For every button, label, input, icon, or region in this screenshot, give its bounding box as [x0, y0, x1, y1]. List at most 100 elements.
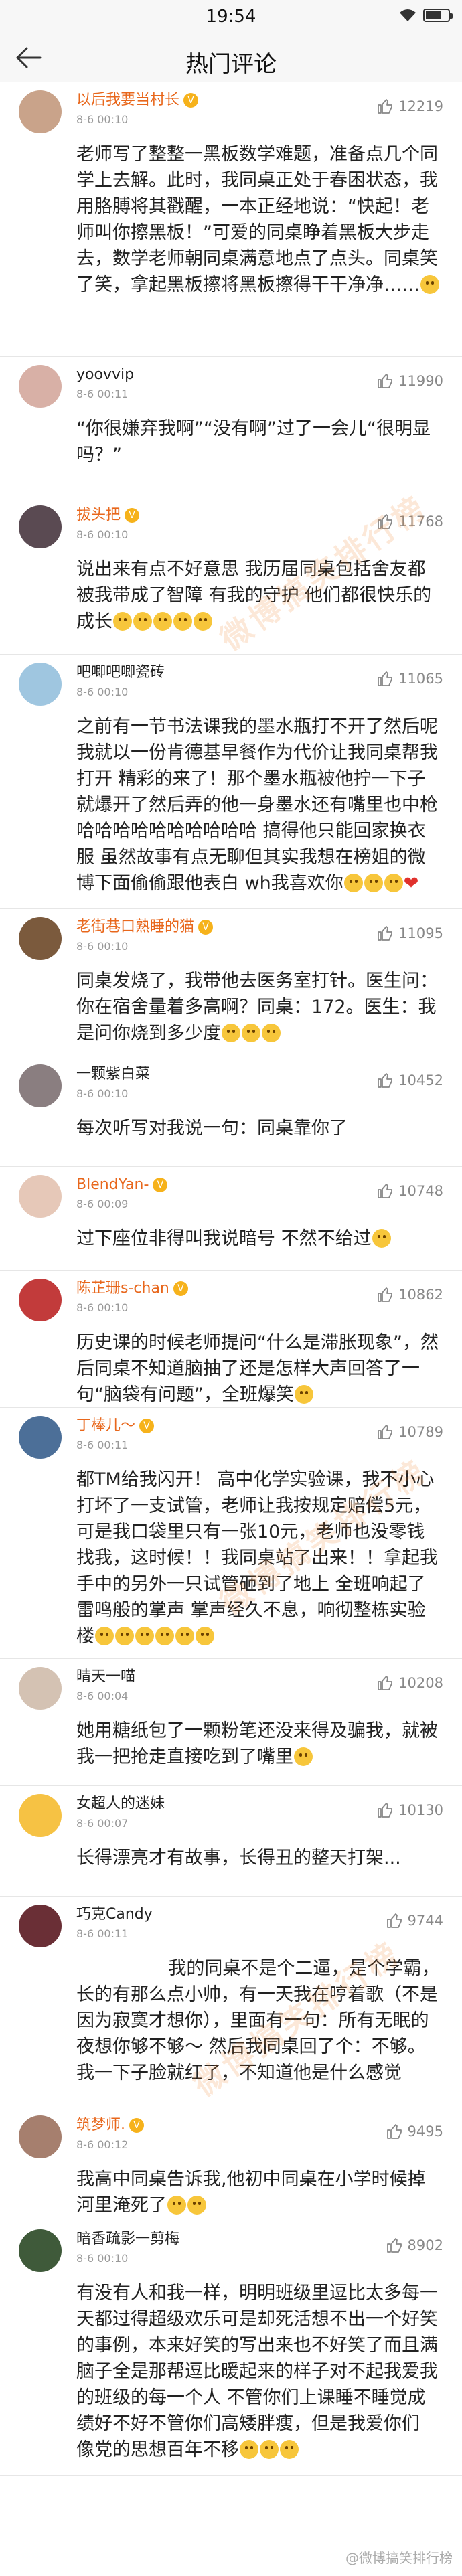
emoji-icon	[133, 612, 152, 631]
thumbs-up-icon	[378, 1073, 393, 1088]
comment-item[interactable]: 拔头把 V 8-6 00:10 11768 说出来有点不好意思 我历届同桌包括舍友都被我…	[0, 497, 462, 655]
avatar[interactable]	[19, 1175, 62, 1218]
vip-badge-icon: V	[125, 508, 140, 523]
avatar[interactable]	[19, 1416, 62, 1459]
emoji-icon	[343, 874, 363, 892]
thumbs-up-icon	[378, 671, 393, 686]
emoji-icon	[175, 1627, 194, 1645]
thumbs-up-icon	[378, 926, 393, 941]
like-button[interactable]: 11065	[377, 671, 443, 687]
navigation-bar: 热门评论	[0, 33, 462, 82]
thumbs-up-icon	[378, 1287, 393, 1302]
username-text: 以后我要当村长	[76, 92, 180, 108]
like-button[interactable]: 10130	[377, 1802, 443, 1818]
like-button[interactable]: 10862	[377, 1287, 443, 1303]
comment-item[interactable]: 暗香疏影一剪梅 8-6 00:10 8902 有没有人和我一样，明明班级里逗比太多每一…	[0, 2221, 462, 2476]
avatar[interactable]	[19, 1667, 62, 1710]
like-count: 8902	[407, 2237, 443, 2253]
comment-item[interactable]: 筑梦师. V 8-6 00:12 9495 我高中同桌告诉我,他初中同桌在小学时候掉河里…	[0, 2107, 462, 2221]
like-count: 11065	[398, 671, 443, 687]
like-count: 9744	[407, 1913, 443, 1929]
username-text: 筑梦师.	[76, 2117, 125, 2134]
emoji-icon	[294, 1747, 313, 1766]
emoji-icon	[262, 1024, 281, 1042]
thumbs-up-icon	[378, 1425, 393, 1439]
avatar[interactable]	[19, 2115, 62, 2158]
avatar[interactable]	[19, 90, 62, 133]
avatar[interactable]	[19, 1279, 62, 1321]
comment-item[interactable]: 一颗紫白菜 8-6 00:10 10452 每次听写对我说一句：同桌靠你了	[0, 1056, 462, 1167]
comment-item[interactable]: yoovvip 8-6 00:11 11990 “你很嫌弃我啊”“没有啊”过了一会儿“…	[0, 357, 462, 497]
emoji-icon	[153, 612, 172, 631]
thumbs-up-icon	[378, 1803, 393, 1818]
emoji-icon	[242, 1024, 260, 1042]
comment-header: 巧克Candy 8-6 00:11	[19, 1905, 442, 1947]
emoji-icon	[222, 1024, 240, 1042]
avatar[interactable]	[19, 1794, 62, 1837]
like-button[interactable]: 11990	[377, 373, 443, 389]
comment-date: 8-6 00:10	[76, 940, 129, 953]
comment-header: 筑梦师. V 8-6 00:12	[19, 2115, 442, 2158]
emoji-icon	[384, 874, 403, 892]
like-button[interactable]: 10208	[377, 1675, 443, 1691]
heart-icon: ❤	[403, 873, 419, 894]
avatar[interactable]	[19, 505, 62, 548]
emoji-icon	[420, 275, 439, 294]
thumbs-up-icon	[378, 99, 393, 114]
comment-item[interactable]: 吧唧吧唧瓷砖 8-6 00:10 11065 之前有一节书法课我的墨水瓶打不开了然后呢…	[0, 655, 462, 909]
thumbs-up-icon	[386, 1913, 402, 1928]
username-text: 老街巷口熟睡的猫	[76, 918, 195, 935]
comment-item[interactable]: 以后我要当村长 V 8-6 00:10 12219 老师写了整整一黑板数学难题，准备点几…	[0, 82, 462, 357]
comment-item[interactable]: 丁棒儿～ V 8-6 00:11 10789 都TM给我闪开！ 高中化学实验课，我不小心…	[0, 1408, 462, 1659]
avatar[interactable]	[19, 365, 62, 408]
comment-date: 8-6 00:12	[76, 2138, 129, 2151]
thumbs-up-icon	[378, 374, 393, 388]
username-text: 巧克Candy	[76, 1906, 153, 1923]
thumbs-up-icon	[386, 2238, 402, 2253]
avatar[interactable]	[19, 1905, 62, 1947]
comment-item[interactable]: 巧克Candy 8-6 00:11 9744 我的同桌不是个二逼，是个学霸，长的有那…	[0, 1897, 462, 2107]
avatar[interactable]	[19, 1064, 62, 1107]
emoji-icon	[240, 2440, 258, 2459]
comment-item[interactable]: 陈芷珊s-chan V 8-6 00:10 10862 历史课的时候老师提问“什么是滞胀…	[0, 1271, 462, 1408]
like-button[interactable]: 10452	[377, 1072, 443, 1089]
battery-icon	[423, 9, 453, 22]
comment-text: 我高中同桌告诉我,他初中同桌在小学时候掉河里淹死了	[76, 2169, 426, 2216]
comment-date: 8-6 00:10	[76, 2252, 129, 2265]
emoji-icon	[173, 612, 192, 631]
comment-text: 我的同桌不是个二逼，是个学霸，长的有那么点小帅，有一天我在哼着歌（不是因为寂寞才…	[76, 1958, 440, 2083]
like-button[interactable]: 10789	[377, 1424, 443, 1440]
avatar[interactable]	[19, 917, 62, 960]
comment-text: 说出来有点不好意思 我历届同桌包括舍友都被我带成了智障 有我的守护 他们都很快乐…	[76, 559, 432, 632]
status-time: 19:54	[206, 7, 256, 27]
like-button[interactable]: 9495	[386, 2123, 443, 2140]
comment-date: 8-6 00:10	[76, 686, 129, 698]
comment-item[interactable]: BlendYan- V 8-6 00:09 10748 过下座位非得叫我说暗号 不然不给…	[0, 1167, 462, 1271]
comment-item[interactable]: 女超人的迷妹 8-6 00:07 10130 长得漂亮才有故事，长得丑的整天打架...	[0, 1786, 462, 1897]
like-button[interactable]: 11768	[377, 513, 443, 530]
like-count: 10748	[398, 1183, 443, 1199]
like-button[interactable]: 11095	[377, 925, 443, 941]
emoji-icon	[194, 612, 212, 631]
like-button[interactable]: 8902	[386, 2237, 443, 2253]
comment-item[interactable]: 老街巷口熟睡的猫 V 8-6 00:10 11095 同桌发烧了，我带他去医务室打针。医…	[0, 909, 462, 1056]
like-button[interactable]: 10748	[377, 1183, 443, 1199]
username-text: BlendYan-	[76, 1176, 149, 1193]
comment-date: 8-6 00:11	[76, 388, 129, 400]
like-count: 10452	[398, 1072, 443, 1089]
vip-badge-icon: V	[198, 920, 214, 935]
comment-item[interactable]: 晴天一喵 8-6 00:04 10208 她用糖纸包了一颗粉笔还没来得及骗我，就被我一…	[0, 1659, 462, 1786]
comment-header: 暗香疏影一剪梅 8-6 00:10	[19, 2229, 442, 2272]
comment-text: 有没有人和我一样，明明班级里逗比太多每一天都过得超级欢乐可是却死活想不出一个好笑…	[76, 2283, 438, 2460]
avatar[interactable]	[19, 2229, 62, 2272]
avatar[interactable]	[19, 663, 62, 706]
emoji-icon	[135, 1627, 154, 1645]
comment-text: 老师写了整整一黑板数学难题，准备点几个同学上去解。此时，我同桌正处于春困状态，我…	[76, 144, 439, 295]
comment-text: 过下座位非得叫我说暗号 不然不给过	[76, 1226, 442, 1252]
like-count: 10862	[398, 1287, 443, 1303]
emoji-icon	[155, 1627, 174, 1645]
wifi-icon	[400, 9, 416, 21]
like-button[interactable]: 9744	[386, 1913, 443, 1929]
emoji-icon	[364, 874, 383, 892]
like-button[interactable]: 12219	[377, 98, 443, 114]
